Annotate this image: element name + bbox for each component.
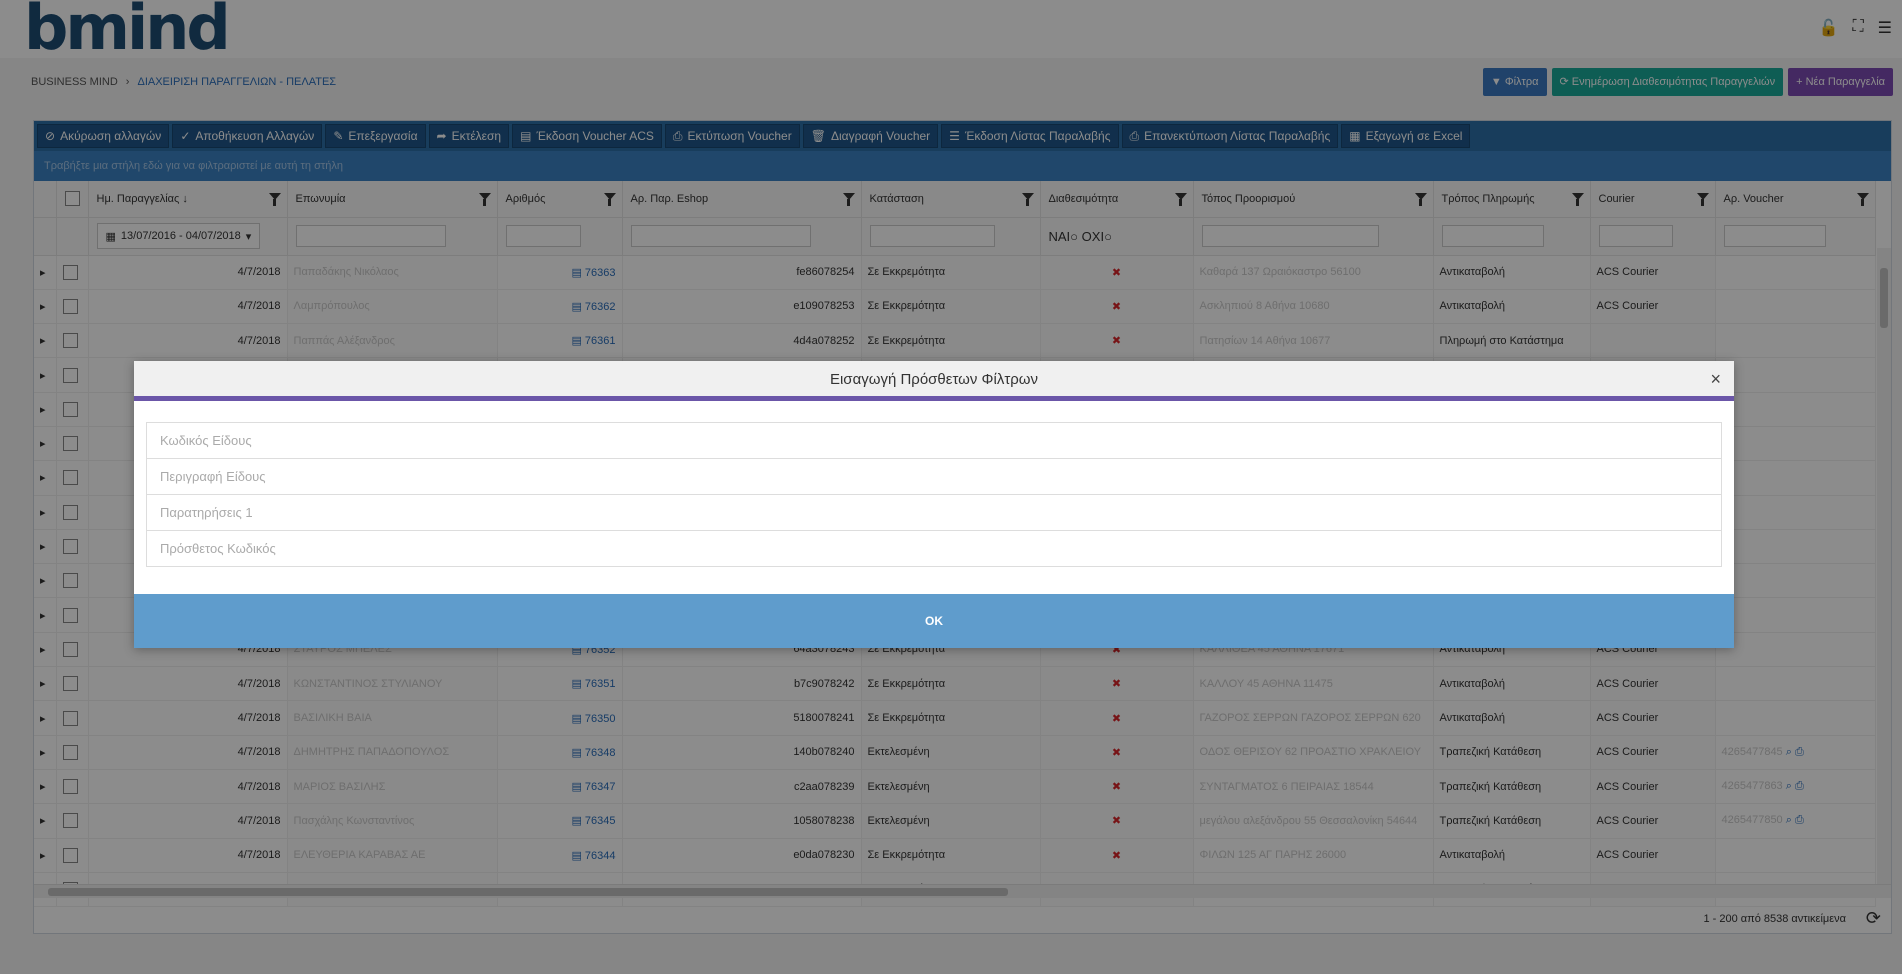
notes-field[interactable] (146, 494, 1722, 531)
modal-title: Εισαγωγή Πρόσθετων Φίλτρων (829, 371, 1039, 388)
item-description-field[interactable] (146, 458, 1722, 495)
notes-input[interactable] (160, 497, 1721, 528)
close-icon[interactable]: × (1710, 369, 1721, 389)
modal-header: Εισαγωγή Πρόσθετων Φίλτρων × (134, 361, 1734, 401)
additional-filters-modal: Εισαγωγή Πρόσθετων Φίλτρων × OK (134, 361, 1734, 648)
item-description-input[interactable] (160, 461, 1721, 492)
item-code-input[interactable] (160, 425, 1721, 456)
item-code-field[interactable] (146, 422, 1722, 459)
ok-button[interactable]: OK (134, 594, 1734, 648)
additional-code-input[interactable] (160, 533, 1721, 564)
additional-code-field[interactable] (146, 530, 1722, 567)
modal-body (134, 401, 1734, 567)
